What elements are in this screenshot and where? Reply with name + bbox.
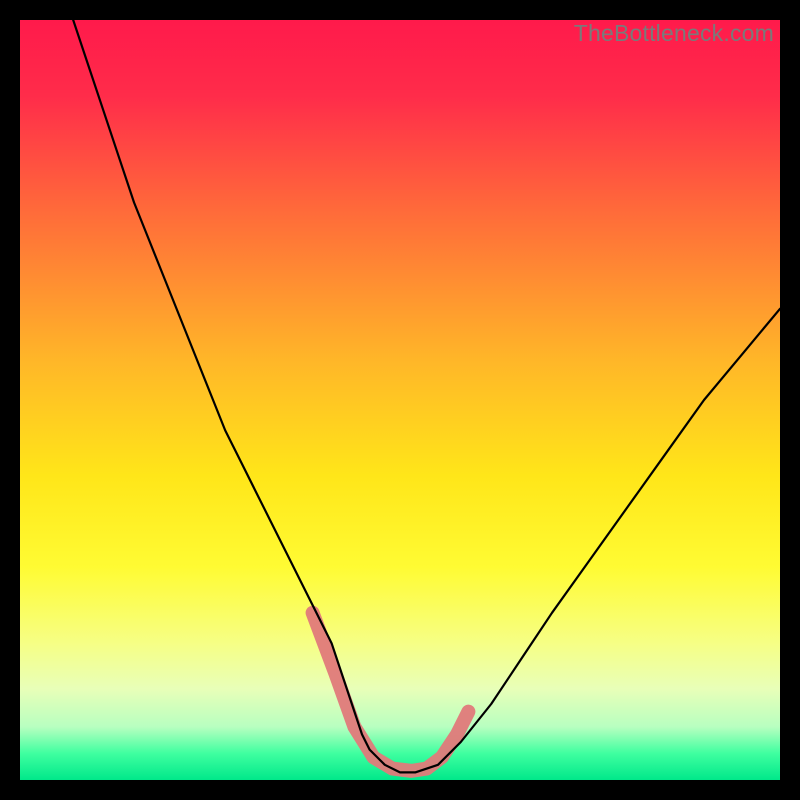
- chart-frame: TheBottleneck.com: [20, 20, 780, 780]
- gradient-background: [20, 20, 780, 780]
- watermark-text: TheBottleneck.com: [574, 20, 774, 47]
- bottleneck-chart: [20, 20, 780, 780]
